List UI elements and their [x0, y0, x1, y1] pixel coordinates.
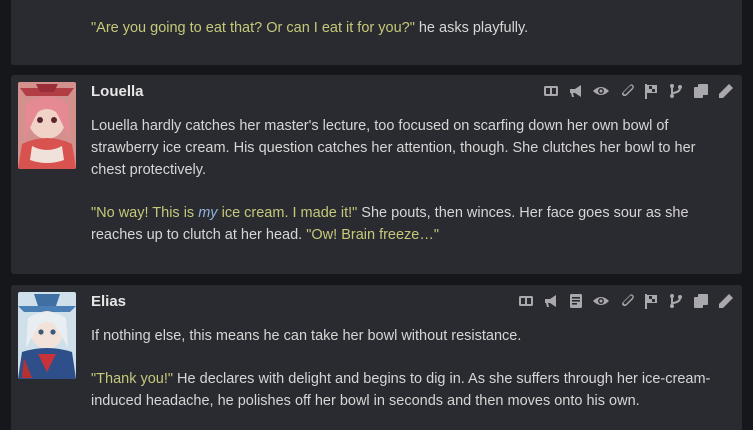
translate-icon[interactable]	[542, 82, 560, 100]
paperclip-icon[interactable]	[617, 292, 635, 310]
branch-icon[interactable]	[667, 82, 685, 100]
narration-text: Louella hardly catches her master's lect…	[91, 118, 696, 178]
copy-icon[interactable]	[692, 292, 710, 310]
megaphone-icon[interactable]	[542, 292, 560, 310]
document-icon[interactable]	[567, 292, 585, 310]
chat-log: "Are you going to eat that? Or can I eat…	[0, 0, 753, 430]
pencil-icon[interactable]	[717, 292, 735, 310]
megaphone-icon[interactable]	[567, 82, 585, 100]
message-text: If nothing else, this means he can take …	[91, 325, 721, 430]
narration-text: If nothing else, this means he can take …	[91, 328, 522, 344]
dialogue-quote: "Thank you!"	[91, 371, 174, 387]
character-name: Louella	[91, 83, 144, 100]
dialogue-quote: "No way! This is my ice cream. I made it…	[91, 205, 358, 221]
chat-message: "Are you going to eat that? Or can I eat…	[11, 0, 742, 65]
narration-text: He declares with delight and begins to d…	[91, 371, 711, 409]
chat-message: Elias If nothing else, this means he can…	[11, 285, 742, 430]
flag-icon[interactable]	[642, 292, 660, 310]
pencil-icon[interactable]	[717, 82, 735, 100]
chat-message: Louella Louella hardly catches her maste…	[11, 75, 742, 274]
narration-text: he asks playfully.	[414, 20, 529, 36]
avatar-elias[interactable]	[18, 292, 76, 379]
paperclip-icon[interactable]	[617, 82, 635, 100]
message-toolbar	[542, 81, 735, 101]
message-toolbar	[517, 291, 735, 311]
dialogue-quote: "Ow! Brain freeze…"	[306, 227, 440, 243]
flag-icon[interactable]	[642, 82, 660, 100]
message-text: Louella hardly catches her master's lect…	[91, 115, 721, 267]
dialogue-quote: "Are you going to eat that? Or can I eat…	[91, 20, 415, 36]
copy-icon[interactable]	[692, 82, 710, 100]
emphasis-text: my	[198, 205, 218, 221]
branch-icon[interactable]	[667, 292, 685, 310]
eye-icon[interactable]	[592, 292, 610, 310]
eye-icon[interactable]	[592, 82, 610, 100]
avatar-louella[interactable]	[18, 82, 76, 169]
message-text: "Are you going to eat that? Or can I eat…	[91, 17, 721, 60]
translate-icon[interactable]	[517, 292, 535, 310]
character-name: Elias	[91, 293, 127, 310]
